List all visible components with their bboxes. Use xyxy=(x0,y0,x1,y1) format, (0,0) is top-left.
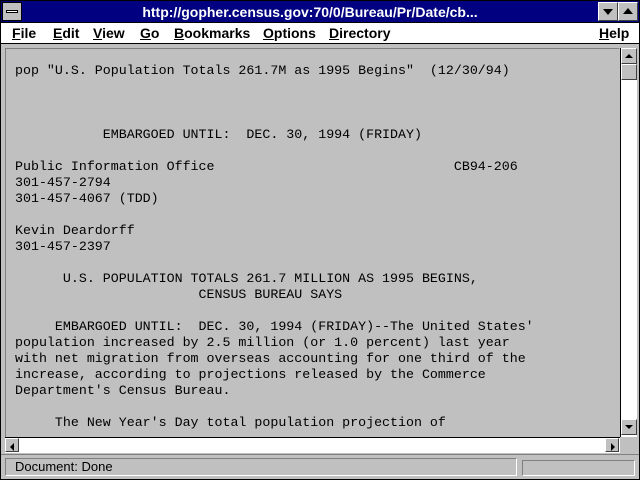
scroll-down-button[interactable] xyxy=(621,419,637,435)
system-menu-button[interactable] xyxy=(2,2,22,21)
document-text: pop "U.S. Population Totals 261.7M as 19… xyxy=(15,63,534,431)
scroll-up-button[interactable] xyxy=(621,48,637,64)
menu-file[interactable]: File xyxy=(12,25,36,41)
minimize-icon xyxy=(603,9,613,15)
menu-options[interactable]: Options xyxy=(263,25,316,41)
status-bar: Document: Done xyxy=(1,454,639,479)
menu-view[interactable]: View xyxy=(93,25,125,41)
menu-directory[interactable]: Directory xyxy=(329,25,390,41)
document-line: 301-457-2397 xyxy=(15,239,111,254)
minimize-button[interactable] xyxy=(598,2,618,21)
document-line: population increased by 2.5 million (or … xyxy=(15,335,510,350)
document-line: 301-457-2794 xyxy=(15,175,111,190)
document-line: with net migration from overseas account… xyxy=(15,351,526,366)
scroll-left-button[interactable] xyxy=(5,438,19,452)
menu-help[interactable]: Help xyxy=(599,25,629,41)
maximize-button[interactable] xyxy=(618,2,638,21)
browser-window: http://gopher.census.gov:70/0/Bureau/Pr/… xyxy=(0,0,640,480)
progress-indicator xyxy=(522,460,635,476)
scrollbar-corner xyxy=(620,437,637,453)
document-line: pop "U.S. Population Totals 261.7M as 19… xyxy=(15,63,510,78)
title-bar[interactable]: http://gopher.census.gov:70/0/Bureau/Pr/… xyxy=(1,1,639,23)
system-menu-icon xyxy=(6,10,18,13)
document-line: U.S. POPULATION TOTALS 261.7 MILLION AS … xyxy=(15,271,478,286)
status-text: Document: Done xyxy=(5,458,517,476)
vertical-scrollbar[interactable] xyxy=(620,48,637,437)
document-line: Kevin Deardorff xyxy=(15,223,135,238)
document-line: EMBARGOED UNTIL: DEC. 30, 1994 (FRIDAY)-… xyxy=(15,319,534,334)
document-line: Public Information Office CB94-206 xyxy=(15,159,518,174)
menu-go[interactable]: Go xyxy=(140,25,159,41)
scroll-right-button[interactable] xyxy=(605,438,619,452)
document-line: 301-457-4067 (TDD) xyxy=(15,191,159,206)
menu-bar: File Edit View Go Bookmarks Options Dire… xyxy=(1,23,639,44)
left-arrow-icon xyxy=(10,443,14,451)
menu-bookmarks[interactable]: Bookmarks xyxy=(174,25,250,41)
document-view[interactable]: pop "U.S. Population Totals 261.7M as 19… xyxy=(5,48,619,437)
document-line: The New Year's Day total population proj… xyxy=(15,415,446,430)
horizontal-scrollbar[interactable] xyxy=(5,437,620,453)
window-title: http://gopher.census.gov:70/0/Bureau/Pr/… xyxy=(142,4,478,20)
vertical-scroll-thumb[interactable] xyxy=(621,64,637,80)
document-line: EMBARGOED UNTIL: DEC. 30, 1994 (FRIDAY) xyxy=(15,127,422,142)
document-line: CENSUS BUREAU SAYS xyxy=(15,287,343,302)
menu-edit[interactable]: Edit xyxy=(53,25,79,41)
document-line: increase, according to projections relea… xyxy=(15,367,486,382)
up-arrow-icon xyxy=(625,54,633,58)
maximize-icon xyxy=(623,8,633,14)
document-line: Department's Census Bureau. xyxy=(15,383,231,398)
right-arrow-icon xyxy=(611,443,615,451)
down-arrow-icon xyxy=(625,425,633,429)
